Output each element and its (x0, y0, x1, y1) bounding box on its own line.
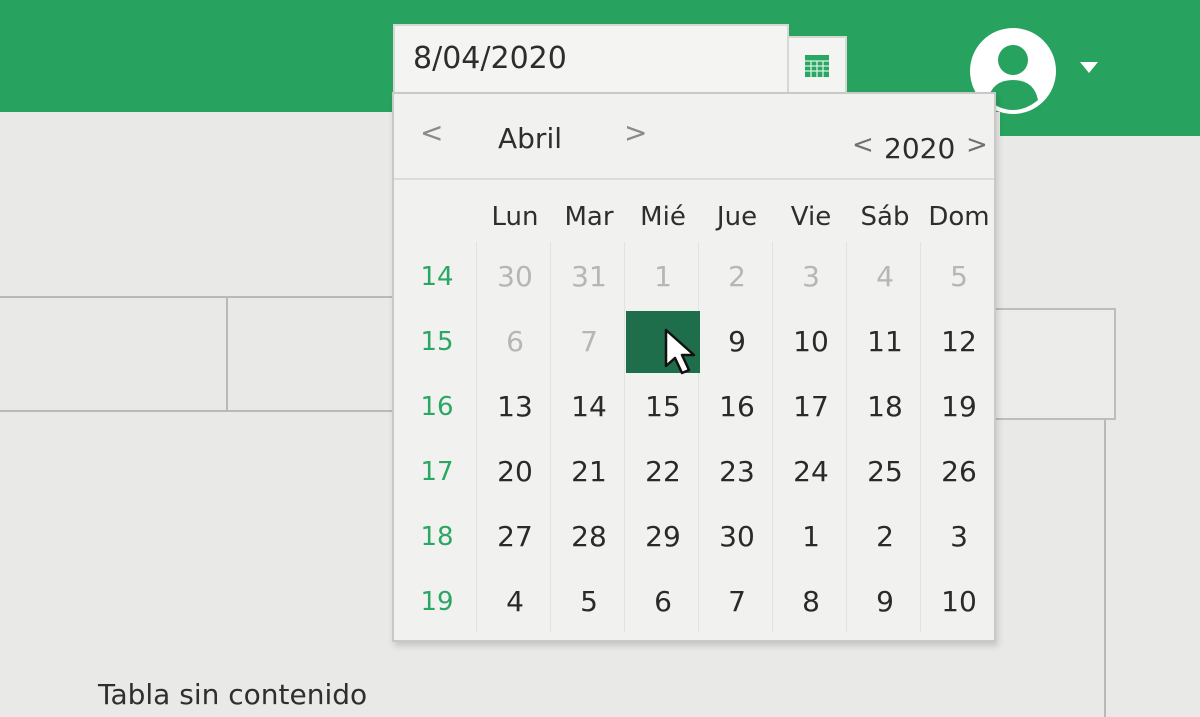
day-cell[interactable]: 3 (774, 246, 848, 308)
week-number: 19 (420, 587, 454, 617)
day-cell[interactable]: 14 (552, 376, 626, 438)
date-input[interactable]: 8/04/2020 (393, 24, 789, 94)
table-cell (990, 308, 1116, 420)
table-border (0, 296, 400, 298)
year-label[interactable]: 2020 (884, 132, 955, 165)
day-cell[interactable]: 22 (626, 441, 700, 503)
day-cell[interactable]: 29 (626, 506, 700, 568)
day-cell[interactable]: 10 (922, 571, 996, 633)
day-cell[interactable]: 7 (700, 571, 774, 633)
day-cell[interactable]: 26 (922, 441, 996, 503)
weekday-label: Sáb (860, 202, 910, 232)
mouse-cursor-icon (664, 328, 696, 375)
calendar-header: < Abril > < 2020 > (394, 94, 994, 180)
day-cell[interactable]: 7 (552, 311, 626, 373)
grid-line (476, 242, 477, 632)
week-number: 14 (420, 262, 454, 292)
day-cell[interactable]: 15 (626, 376, 700, 438)
day-cell[interactable]: 10 (774, 311, 848, 373)
day-cell[interactable]: 11 (848, 311, 922, 373)
prev-month-button[interactable]: < (420, 116, 443, 149)
weekday-label: Jue (716, 202, 758, 232)
calendar-icon (805, 55, 829, 77)
day-cell[interactable]: 12 (922, 311, 996, 373)
day-cell[interactable]: 6 (478, 311, 552, 373)
day-cell[interactable]: 31 (552, 246, 626, 308)
day-cell[interactable]: 4 (848, 246, 922, 308)
caret-down-icon[interactable] (1080, 62, 1098, 73)
day-cell[interactable]: 21 (552, 441, 626, 503)
day-cell[interactable]: 4 (478, 571, 552, 633)
weekday-label: Lun (491, 202, 539, 232)
table-border (1104, 420, 1106, 717)
day-cell[interactable]: 1 (626, 246, 700, 308)
table-border (0, 410, 400, 412)
weekday-label: Dom (928, 202, 990, 232)
weekday-label: Vie (790, 202, 832, 232)
week-number: 16 (420, 392, 454, 422)
day-cell[interactable]: 1 (774, 506, 848, 568)
day-cell[interactable]: 2 (700, 246, 774, 308)
month-label[interactable]: Abril (498, 122, 562, 155)
day-cell[interactable]: 8 (774, 571, 848, 633)
empty-table-message: Tabla sin contenido (98, 678, 368, 711)
next-year-button[interactable]: > (966, 130, 988, 160)
day-cell[interactable]: 30 (700, 506, 774, 568)
week-number: 18 (420, 522, 454, 552)
day-cell[interactable]: 5 (922, 246, 996, 308)
day-cell[interactable]: 16 (700, 376, 774, 438)
day-cell[interactable]: 25 (848, 441, 922, 503)
day-cell[interactable]: 3 (922, 506, 996, 568)
day-cell[interactable]: 23 (700, 441, 774, 503)
day-cell[interactable]: 17 (774, 376, 848, 438)
day-cell[interactable]: 18 (848, 376, 922, 438)
next-month-button[interactable]: > (624, 116, 647, 149)
weekday-label: Mié (640, 202, 686, 232)
day-cell[interactable]: 30 (478, 246, 552, 308)
day-cell[interactable]: 27 (478, 506, 552, 568)
day-cell[interactable]: 24 (774, 441, 848, 503)
day-cell[interactable]: 19 (922, 376, 996, 438)
day-cell[interactable]: 13 (478, 376, 552, 438)
day-cell[interactable]: 5 (552, 571, 626, 633)
table-border (226, 296, 228, 410)
weekday-label: Mar (564, 202, 614, 232)
day-cell[interactable]: 2 (848, 506, 922, 568)
day-cell[interactable]: 6 (626, 571, 700, 633)
day-cell[interactable]: 20 (478, 441, 552, 503)
week-number: 17 (420, 457, 454, 487)
week-number: 15 (420, 327, 454, 357)
day-cell[interactable]: 28 (552, 506, 626, 568)
calendar-toggle-button[interactable] (787, 36, 847, 96)
day-cell[interactable]: 9 (848, 571, 922, 633)
prev-year-button[interactable]: < (852, 130, 874, 160)
day-cell[interactable]: 9 (700, 311, 774, 373)
